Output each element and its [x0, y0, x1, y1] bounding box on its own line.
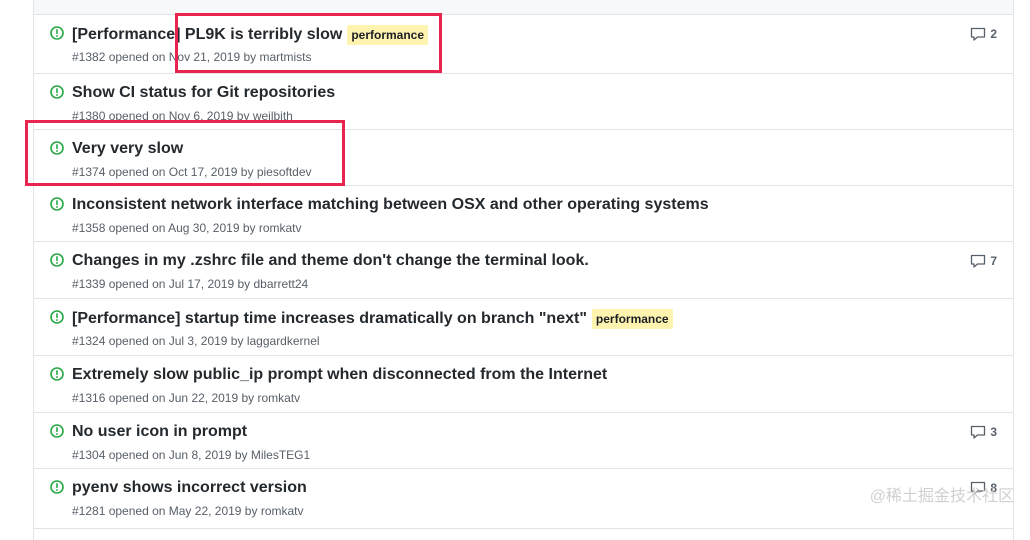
issue-list-header: [34, 0, 1013, 15]
issue-opened-icon: [50, 480, 64, 494]
issue-row[interactable]: [Performance] startup time increases dra…: [34, 299, 1013, 356]
issue-title[interactable]: Very very slow: [72, 140, 183, 158]
issue-title[interactable]: Inconsistent network interface matching …: [72, 196, 709, 214]
comment-icon: [971, 425, 986, 439]
issue-title[interactable]: Changes in my .zshrc file and theme don'…: [72, 252, 589, 270]
issue-author[interactable]: romkatv: [261, 504, 304, 518]
issue-opened-icon: [50, 85, 64, 99]
issue-meta: #1324 opened on Jul 3, 2019 by laggardke…: [72, 334, 320, 348]
issue-opened-icon: [50, 310, 64, 324]
issue-row[interactable]: [Performance] PL9K is terribly slow perf…: [34, 15, 1013, 74]
issue-opened-icon: [50, 26, 64, 40]
issue-meta: #1304 opened on Jun 8, 2019 by MilesTEG1: [72, 448, 310, 462]
comments-link[interactable]: 3: [970, 425, 997, 439]
issue-row[interactable]: Extremely slow public_ip prompt when dis…: [34, 356, 1013, 413]
issue-author[interactable]: MilesTEG1: [251, 448, 310, 462]
issue-list: [Performance] PL9K is terribly slow perf…: [33, 0, 1014, 540]
issue-row[interactable]: Very very slow #1374 opened on Oct 17, 2…: [34, 130, 1013, 186]
comments-link[interactable]: 2: [970, 27, 997, 41]
issue-meta-text: #1374 opened on Oct 17, 2019 by: [72, 165, 257, 179]
issue-title[interactable]: pyenv shows incorrect version: [72, 479, 307, 497]
issue-opened-icon: [50, 253, 64, 267]
issue-meta: #1281 opened on May 22, 2019 by romkatv: [72, 504, 304, 518]
issue-meta: #1339 opened on Jul 17, 2019 by dbarrett…: [72, 277, 308, 291]
issue-meta-text: #1281 opened on May 22, 2019 by: [72, 504, 261, 518]
issue-meta-text: #1380 opened on Nov 6, 2019 by: [72, 109, 253, 123]
issue-meta-text: #1316 opened on Jun 22, 2019 by: [72, 391, 258, 405]
issue-opened-icon: [50, 424, 64, 438]
issue-title[interactable]: Extremely slow public_ip prompt when dis…: [72, 366, 607, 384]
issue-opened-icon: [50, 197, 64, 211]
comment-count: 7: [990, 254, 997, 268]
issue-meta: #1358 opened on Aug 30, 2019 by romkatv: [72, 221, 302, 235]
issue-author[interactable]: weilbith: [253, 109, 293, 123]
issue-row[interactable]: Show CI status for Git repositories #138…: [34, 74, 1013, 130]
issue-author[interactable]: laggardkernel: [247, 334, 320, 348]
issue-author[interactable]: piesoftdev: [257, 165, 312, 179]
issue-author[interactable]: romkatv: [258, 391, 301, 405]
label-performance[interactable]: performance: [347, 25, 429, 45]
issue-author[interactable]: martmists: [260, 50, 312, 64]
issue-meta: #1382 opened on Nov 21, 2019 by martmist…: [72, 50, 312, 64]
comment-icon: [971, 254, 986, 268]
issue-meta: #1380 opened on Nov 6, 2019 by weilbith: [72, 109, 293, 123]
issue-meta-text: #1324 opened on Jul 3, 2019 by: [72, 334, 247, 348]
comment-icon: [971, 27, 986, 41]
issue-opened-icon: [50, 141, 64, 155]
issue-meta: #1374 opened on Oct 17, 2019 by piesoftd…: [72, 165, 312, 179]
comment-count: 2: [990, 27, 997, 41]
issue-row[interactable]: No user icon in prompt #1304 opened on J…: [34, 413, 1013, 469]
issue-opened-icon: [50, 367, 64, 381]
issue-row[interactable]: Changes in my .zshrc file and theme don'…: [34, 242, 1013, 299]
issue-title[interactable]: [Performance] startup time increases dra…: [72, 310, 587, 328]
issue-title[interactable]: [Performance] PL9K is terribly slow: [72, 26, 342, 44]
issue-meta: #1316 opened on Jun 22, 2019 by romkatv: [72, 391, 300, 405]
issue-title[interactable]: No user icon in prompt: [72, 423, 247, 441]
issue-author[interactable]: romkatv: [259, 221, 302, 235]
issue-meta-text: #1358 opened on Aug 30, 2019 by: [72, 221, 259, 235]
label-performance[interactable]: performance: [591, 309, 673, 329]
issue-meta-text: #1382 opened on Nov 21, 2019 by: [72, 50, 260, 64]
issue-author[interactable]: dbarrett24: [254, 277, 309, 291]
issue-meta-text: #1339 opened on Jul 17, 2019 by: [72, 277, 254, 291]
issue-meta-text: #1304 opened on Jun 8, 2019 by: [72, 448, 251, 462]
issue-title[interactable]: Show CI status for Git repositories: [72, 84, 335, 102]
issue-row[interactable]: Inconsistent network interface matching …: [34, 186, 1013, 242]
issue-row[interactable]: pyenv shows incorrect version #1281 open…: [34, 469, 1013, 529]
watermark: @稀土掘金技术社区: [869, 488, 1014, 505]
comments-link[interactable]: 7: [970, 254, 997, 268]
comment-count: 3: [990, 425, 997, 439]
